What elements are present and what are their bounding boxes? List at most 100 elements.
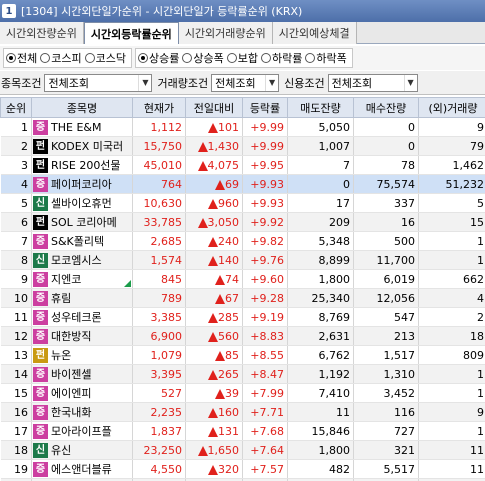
volume-cell: 18 [418, 326, 485, 346]
rate-cell: +9.19 [242, 307, 288, 327]
tab-overtime-change-rate[interactable]: 시간외등락률순위 [83, 22, 179, 44]
rank-cell: 15 [0, 383, 32, 403]
radio-flat[interactable]: 보합 [226, 50, 258, 66]
rate-cell: +9.76 [242, 250, 288, 270]
radio-rise-amount[interactable]: 상승폭 [182, 50, 224, 66]
table-row[interactable]: 17 증 모아라이프플 1,837 131 +7.68 15,846 727 1 [0, 421, 485, 441]
stock-name-cell[interactable]: 펀 뉴온 [31, 345, 133, 365]
change-cell: 560 [185, 326, 243, 346]
stock-name-cell[interactable]: 펀 KODEX 미국러 [31, 136, 133, 156]
col-ask-qty[interactable]: 매도잔량 [287, 97, 354, 118]
radio-market-kospi[interactable]: 코스피 [40, 50, 82, 66]
table-row[interactable]: 15 증 에이엔피 527 39 +7.99 7,410 3,452 1 [0, 383, 485, 403]
stock-name-cell[interactable]: 증 THE E&M [31, 117, 133, 137]
stock-name-cell[interactable]: 증 휴림 [31, 288, 133, 308]
stock-name-cell[interactable]: 증 S&K폴리텍 [31, 231, 133, 251]
stock-name-cell[interactable]: 증 성우테크론 [31, 307, 133, 327]
table-row[interactable]: 16 증 한국내화 2,235 160 +7.71 11 116 9 [0, 402, 485, 422]
table-row[interactable]: 18 신 유신 23,250 1,650 +7.64 1,800 321 11 [0, 440, 485, 460]
ask-qty-cell: 25,340 [287, 288, 354, 308]
radio-rise-rate[interactable]: 상승률 [138, 50, 179, 66]
stock-name-cell[interactable]: 증 대한방직 [31, 326, 133, 346]
stock-name-cell[interactable]: 신 유신 [31, 440, 133, 460]
up-arrow-icon [197, 445, 208, 456]
change-cell: 131 [185, 421, 243, 441]
table-row[interactable]: 8 신 모코엠시스 1,574 140 +9.76 8,899 11,700 1 [0, 250, 485, 270]
col-change[interactable]: 전일대비 [185, 97, 243, 118]
stock-name-cell[interactable]: 신 모코엠시스 [31, 250, 133, 270]
volume-condition-select[interactable]: 전체조회 ▼ [211, 73, 280, 92]
table-row[interactable]: 10 증 휴림 789 67 +9.28 25,340 12,056 4 [0, 288, 485, 308]
stock-type-badge: 증 [33, 271, 48, 287]
ranking-table[interactable]: 순위 종목명 현재가 전일대비 등락률 매도잔량 매수잔량 (외)거래량 1증T… [0, 97, 485, 481]
radio-market-all[interactable]: 전체 [6, 50, 37, 66]
col-price[interactable]: 현재가 [132, 97, 186, 118]
volume-cell: 1 [418, 364, 485, 384]
up-arrow-icon [197, 160, 208, 171]
change-cell: 160 [185, 402, 243, 422]
table-row[interactable]: 11 증 성우테크론 3,385 285 +9.19 8,769 547 2 [0, 307, 485, 327]
price-cell: 764 [132, 174, 186, 194]
tab-overtime-remaining[interactable]: 시간외잔량순위 [0, 22, 84, 44]
table-row[interactable]: 6 펀 SOL 코리아메 33,785 3,050 +9.92 209 16 15 [0, 212, 485, 232]
rate-cell: +9.99 [242, 136, 288, 156]
stock-name-cell[interactable]: 증 에이엔피 [31, 383, 133, 403]
table-row[interactable]: 9 증 지엔코 845 74 +9.60 1,800 6,019 662 [0, 269, 485, 289]
stock-name-cell[interactable]: 증 한국내화 [31, 402, 133, 422]
price-cell: 45,010 [132, 155, 186, 175]
radio-market-kosdaq[interactable]: 코스닥 [84, 50, 126, 66]
radio-fall-amount[interactable]: 하락폭 [305, 50, 347, 66]
stock-name: 휴림 [51, 292, 72, 305]
table-row[interactable]: 12 증 대한방직 6,900 560 +8.83 2,631 213 18 [0, 326, 485, 346]
table-row[interactable]: 14 증 바이젠셀 3,395 265 +8.47 1,192 1,310 1 [0, 364, 485, 384]
radio-dot-icon [182, 53, 193, 63]
rate-cell: +9.28 [242, 288, 288, 308]
stock-name-cell[interactable]: 증 에스앤더블류 [31, 459, 133, 479]
stock-name: 한국내화 [51, 406, 92, 419]
rank-cell: 10 [0, 288, 32, 308]
volume-cell: 2 [418, 307, 485, 327]
stock-name-cell[interactable]: 증 지엔코 [31, 269, 133, 289]
change-value: 1,650 [207, 443, 240, 457]
price-cell: 1,837 [132, 421, 186, 441]
col-name[interactable]: 종목명 [31, 97, 133, 118]
col-bid-qty[interactable]: 매수잔량 [353, 97, 419, 118]
table-row[interactable]: 4 증 페이퍼코리아 764 69 +9.93 0 75,574 51,232 [0, 174, 485, 194]
ask-qty-cell: 5,348 [287, 231, 354, 251]
tab-overtime-volume[interactable]: 시간외거래량순위 [178, 22, 273, 44]
stock-name-cell[interactable]: 펀 RISE 200선물 [31, 155, 133, 175]
credit-condition-select[interactable]: 전체조회 ▼ [327, 73, 418, 92]
volume-cell: 9 [418, 402, 485, 422]
bid-qty-cell: 0 [353, 136, 419, 156]
rate-cell: +7.99 [242, 383, 288, 403]
stock-name-cell[interactable]: 증 바이젠셀 [31, 364, 133, 384]
price-cell: 3,385 [132, 307, 186, 327]
rate-cell: +9.93 [242, 193, 288, 213]
col-rate[interactable]: 등락률 [242, 97, 288, 118]
table-row[interactable]: 19 증 에스앤더블류 4,550 320 +7.57 482 5,517 11 [0, 459, 485, 479]
stock-name: 페이퍼코리아 [51, 178, 112, 191]
table-row[interactable]: 3 펀 RISE 200선물 45,010 4,075 +9.95 7 78 1,462 [0, 155, 485, 175]
rate-cell: +7.57 [242, 459, 288, 479]
stock-name-cell[interactable]: 증 모아라이프플 [31, 421, 133, 441]
tab-overtime-expected[interactable]: 시간외예상체결 [272, 22, 357, 44]
bid-qty-cell: 337 [353, 193, 419, 213]
stock-name-cell[interactable]: 펀 SOL 코리아메 [31, 212, 133, 232]
table-row[interactable]: 5 신 셀바이오휴먼 10,630 960 +9.93 17 337 5 [0, 193, 485, 213]
stock-name-cell[interactable]: 증 페이퍼코리아 [31, 174, 133, 194]
stock-name-cell[interactable]: 신 셀바이오휴먼 [31, 193, 133, 213]
col-volume[interactable]: (외)거래량 [418, 97, 485, 118]
up-arrow-icon [197, 217, 208, 228]
table-row[interactable]: 13 펀 뉴온 1,079 85 +8.55 6,762 1,517 809 [0, 345, 485, 365]
filter-row: 종목조건 전체조회 ▼ 거래량조건 전체조회 ▼ 신용조건 전체조회 ▼ [0, 71, 485, 95]
up-arrow-icon [208, 407, 218, 418]
volume-cell: 11 [418, 440, 485, 460]
table-row[interactable]: 2 펀 KODEX 미국러 15,750 1,430 +9.99 1,007 0 79 [0, 136, 485, 156]
col-rank[interactable]: 순위 [0, 97, 32, 118]
radio-fall-rate[interactable]: 하락률 [261, 50, 302, 66]
volume-cell: 4 [418, 288, 485, 308]
table-row[interactable]: 7 증 S&K폴리텍 2,685 240 +9.82 5,348 500 1 [0, 231, 485, 251]
table-row[interactable]: 1 증 THE E&M 1,112 101 +9.99 5,050 0 9 [0, 117, 485, 137]
stock-condition-select[interactable]: 전체조회 ▼ [44, 73, 153, 92]
volume-condition-label: 거래량조건 [157, 76, 209, 90]
